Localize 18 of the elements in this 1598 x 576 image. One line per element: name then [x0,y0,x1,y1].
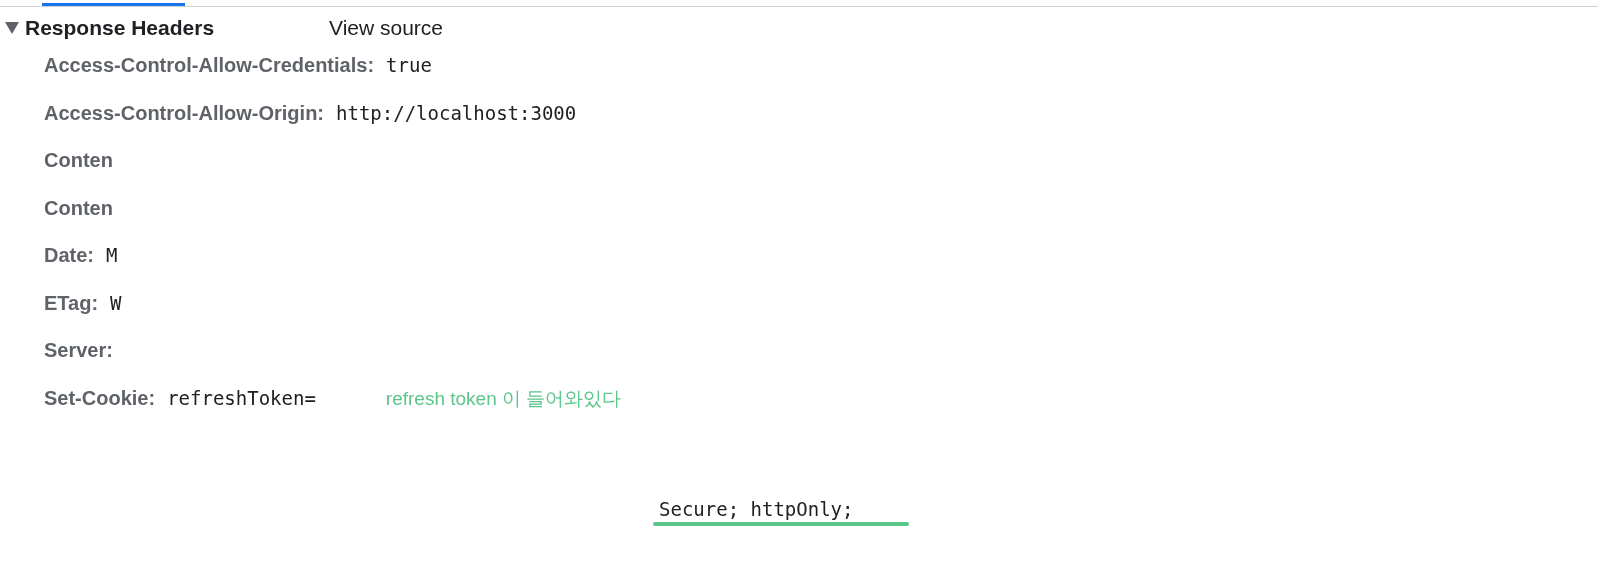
header-name: Conten [44,195,113,221]
header-value: M [106,243,118,268]
header-name: Access-Control-Allow-Origin: [44,100,324,126]
header-value: W [110,290,122,316]
annotation-text: refresh token 이 들어와있다 [385,386,622,411]
section-title[interactable]: Response Headers [25,16,329,40]
view-source-link[interactable]: View source [329,16,443,40]
header-name: Date: [44,243,94,268]
header-name: Set-Cookie: [44,385,156,411]
header-value: refreshToken= [167,385,316,411]
header-name: ETag: [44,290,99,316]
header-name: Server: [44,338,113,363]
cookie-attributes: Secure; httpOnly; [659,498,854,520]
header-value: true [386,53,432,78]
disclosure-triangle-icon[interactable] [5,22,19,34]
header-value: http://localhost:3000 [336,100,577,126]
header-name: Access-Control-Allow-Credentials: [44,53,375,78]
header-name: Conten [44,148,113,173]
